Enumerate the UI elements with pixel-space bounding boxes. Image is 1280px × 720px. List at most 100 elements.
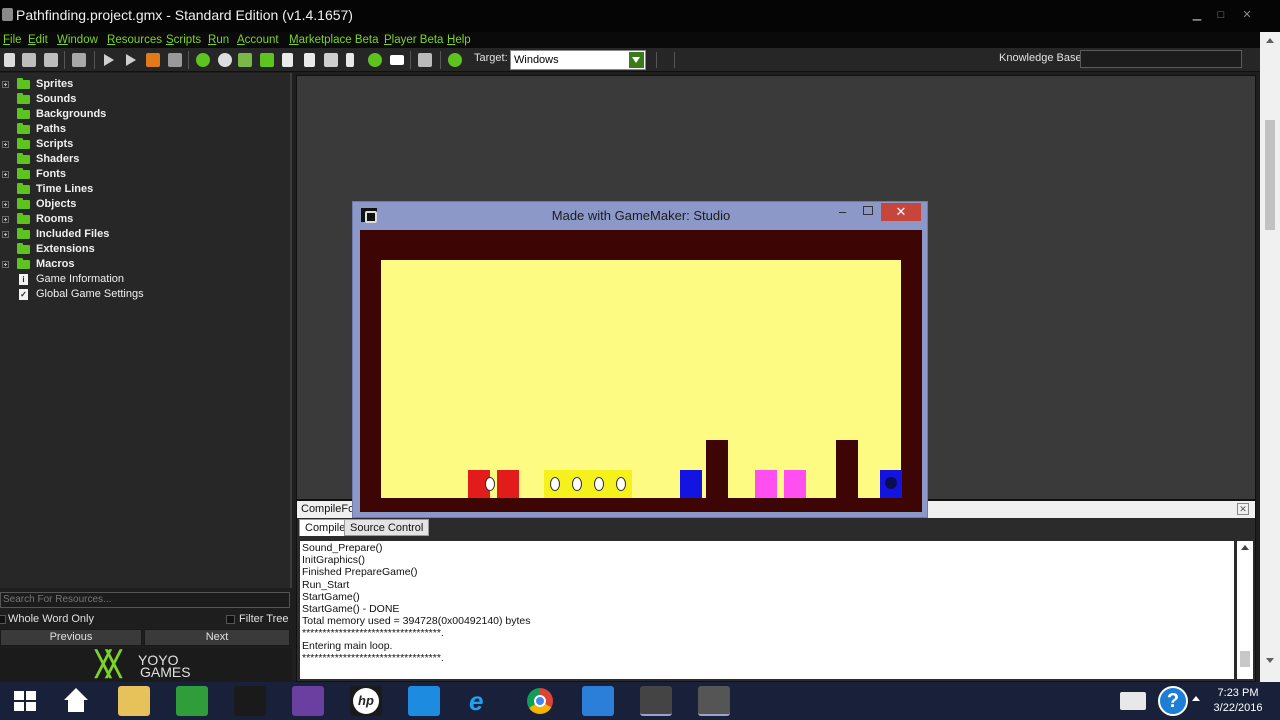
keyboard-icon[interactable] [1120,692,1146,710]
gamemaker-runner-icon[interactable] [698,686,730,716]
output-scrollbar[interactable] [1237,541,1253,679]
menu-window[interactable]: Window [57,32,98,48]
menu-scripts[interactable]: Scripts [166,32,201,48]
folder-icon [17,258,30,269]
menu-marketplace-beta[interactable]: Marketplace Beta [289,32,379,48]
toolbar-separator [440,51,441,69]
hp-icon[interactable]: hp [350,686,382,716]
tree-item[interactable]: Time Lines [0,182,290,197]
system-clock[interactable]: 7:23 PM 3/22/2016 [1200,686,1276,716]
tab-source-control[interactable]: Source Control [344,519,430,536]
tray-chevron-up-icon[interactable] [1192,696,1200,701]
expand-icon[interactable] [2,201,9,208]
tree-item[interactable]: Sounds [0,92,290,107]
folder-icon [17,93,30,104]
home-icon[interactable] [60,686,92,716]
scroll-down-icon[interactable] [1266,658,1274,663]
create-room-icon[interactable] [390,55,404,65]
tree-item[interactable]: Extensions [0,242,290,257]
scroll-up-icon[interactable] [1266,38,1274,43]
stop-icon[interactable] [146,53,160,67]
gamemaker-icon[interactable] [640,686,672,716]
scrollbar-thumb[interactable] [1265,120,1275,230]
minimize-icon[interactable]: ▁ [1188,8,1206,22]
tree-item[interactable]: Objects [0,197,290,212]
create-path-icon[interactable] [260,53,274,67]
chrome-icon[interactable] [524,686,556,716]
tree-item[interactable]: Fonts [0,167,290,182]
create-sound-icon[interactable] [218,53,232,67]
file-explorer-icon[interactable] [118,686,150,716]
onedrive-icon[interactable] [408,686,440,716]
tree-item[interactable]: Shaders [0,152,290,167]
help-icon[interactable]: ? [1158,686,1188,716]
windows-start-icon[interactable] [10,686,42,716]
expand-icon[interactable] [2,261,9,268]
game-settings-icon[interactable] [418,53,432,67]
internet-explorer-icon[interactable]: e [466,686,498,716]
minimize-icon[interactable]: ‒ [839,204,846,219]
knowledge-base-label: Knowledge Base: [999,52,1085,64]
menu-run[interactable]: Run [208,32,229,48]
help-icon[interactable] [448,53,462,67]
tree-item[interactable]: Macros [0,257,290,272]
run-icon[interactable] [104,54,114,66]
create-font-icon[interactable] [324,53,338,67]
folder-icon [17,183,30,194]
close-icon[interactable]: ✕ [1237,503,1249,515]
next-button[interactable]: Next [144,629,290,646]
chevron-down-icon[interactable] [629,52,644,68]
create-script-icon[interactable] [282,53,293,67]
close-icon[interactable]: ✕ [881,203,921,221]
tree-item[interactable]: Included Files [0,227,290,242]
tree-item[interactable]: Rooms [0,212,290,227]
create-background-icon[interactable] [238,53,252,67]
maximize-icon[interactable]: □ [1212,8,1230,22]
create-shader-icon[interactable] [304,53,315,67]
game-window[interactable]: Made with GameMaker: Studio ‒ ✕ [352,201,928,518]
create-object-icon[interactable] [368,53,382,67]
maximize-icon[interactable] [863,206,873,215]
expand-icon[interactable] [2,141,9,148]
tree-item[interactable]: Sprites [0,77,290,92]
window-title: Pathfinding.project.gmx - Standard Editi… [16,7,353,23]
tree-item[interactable]: ✓ Global Game Settings [0,287,290,302]
new-project-icon[interactable] [4,53,15,67]
camera-icon[interactable] [234,686,266,716]
main-scrollbar[interactable] [1260,32,1280,682]
expand-icon[interactable] [2,216,9,223]
whole-word-checkbox[interactable] [0,615,6,624]
expand-icon[interactable] [2,171,9,178]
scroll-up-icon[interactable] [1241,545,1249,550]
scrollbar-thumb[interactable] [1240,651,1250,667]
open-project-icon[interactable] [22,53,36,67]
expand-icon[interactable] [2,81,9,88]
menu-player-beta[interactable]: Player Beta [384,32,443,48]
menu-file[interactable]: File [3,32,22,48]
expand-icon[interactable] [2,231,9,238]
search-resources-input[interactable]: Search For Resources... [0,592,290,608]
knowledge-base-input[interactable] [1080,50,1242,68]
tree-item[interactable]: i Game Information [0,272,290,287]
menu-resources[interactable]: Resources [107,32,162,48]
menu-edit[interactable]: Edit [28,32,48,48]
clean-icon[interactable] [168,53,182,67]
menu-help[interactable]: Help [447,32,471,48]
mail-icon[interactable] [582,686,614,716]
tree-item[interactable]: Backgrounds [0,107,290,122]
tree-item[interactable]: Scripts [0,137,290,152]
close-icon[interactable]: ✕ [1238,8,1256,22]
previous-button[interactable]: Previous [0,629,142,646]
save-project-icon[interactable] [44,53,58,67]
target-select[interactable]: Windows [510,50,646,70]
photo-app-icon[interactable] [292,686,324,716]
menu-account[interactable]: Account [237,32,279,48]
store-icon[interactable] [176,686,208,716]
export-icon[interactable] [72,53,86,67]
create-sprite-icon[interactable] [196,53,210,67]
create-timeline-icon[interactable] [346,53,354,67]
filter-tree-checkbox[interactable] [226,615,235,624]
debug-run-icon[interactable] [126,54,136,66]
yoyo-mark-icon: ╳╳ [96,651,121,678]
tree-item[interactable]: Paths [0,122,290,137]
